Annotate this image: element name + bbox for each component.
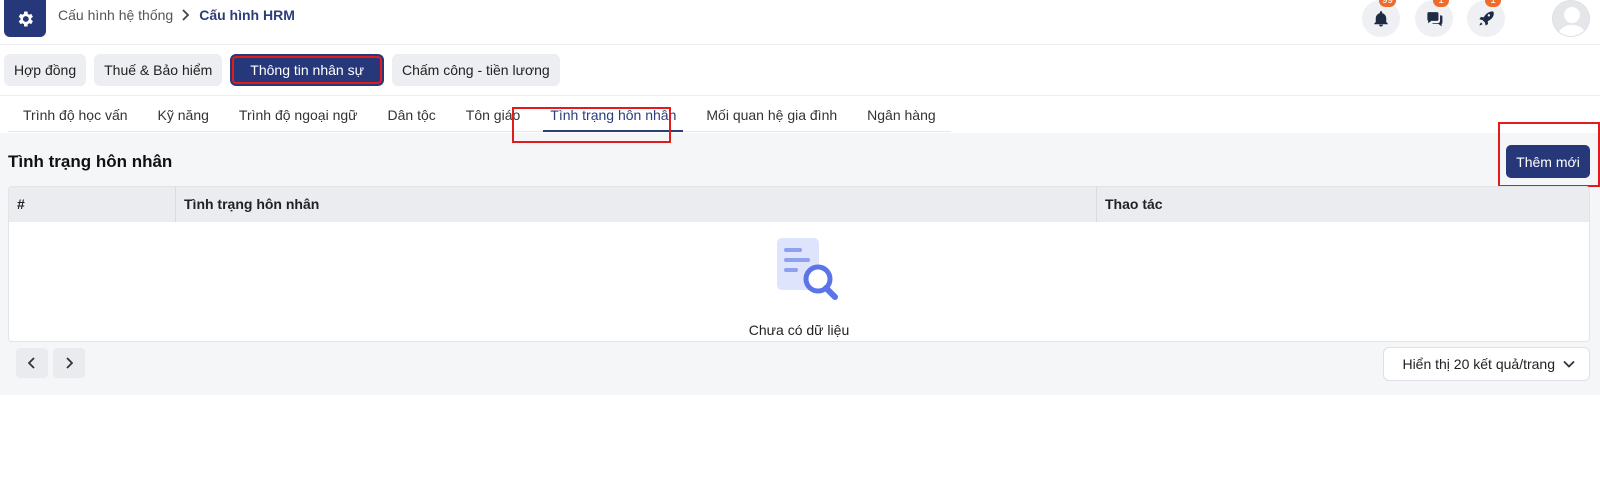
messages-button[interactable]: 1 [1415,0,1453,37]
tab-timekeeping-salary[interactable]: Chấm công - tiền lương [391,54,560,86]
chevron-down-icon [1563,360,1575,368]
notifications-badge: 99 [1378,0,1396,7]
chevron-right-icon [181,9,191,21]
empty-text: Chưa có dữ liệu [748,322,850,338]
notifications-button[interactable]: 99 [1362,0,1400,37]
empty-state: Chưa có dữ liệu [9,222,1589,341]
subtab-skills[interactable]: Kỹ năng [143,100,224,132]
table-header: # Tình trạng hôn nhân Thao tác [9,187,1589,222]
page-title: Tình trạng hôn nhân [8,152,173,171]
subtab-bank[interactable]: Ngân hàng [852,100,951,132]
next-page-button[interactable] [53,348,85,378]
chevron-left-icon [28,357,35,369]
tab-contract[interactable]: Hợp đồng [4,54,87,86]
divider [0,95,1600,96]
avatar[interactable] [1552,0,1590,37]
breadcrumb-item-system-config[interactable]: Cấu hình hệ thống [58,7,173,23]
top-tabs: Hợp đồng Thuế & Bảo hiểm Thông tin nhân … [4,54,560,86]
search-document-icon [777,238,838,300]
top-header: Cấu hình hệ thống Cấu hình HRM 99 1 1 [0,0,1600,45]
subtab-languages[interactable]: Trình độ ngoại ngữ [224,100,373,132]
page-size-label: Hiển thị 20 kết quả/trang [1402,356,1555,372]
settings-icon[interactable] [4,0,46,37]
breadcrumb-item-hrm-config: Cấu hình HRM [199,7,295,23]
add-new-button[interactable]: Thêm mới [1506,145,1590,178]
subtab-family-relations[interactable]: Mối quan hệ gia đình [691,100,852,132]
data-table: # Tình trạng hôn nhân Thao tác Chưa có d… [8,186,1590,342]
tab-tax-insurance[interactable]: Thuế & Bảo hiểm [94,54,223,86]
prev-page-button[interactable] [16,348,48,378]
page-size-select[interactable]: Hiển thị 20 kết quả/trang [1383,347,1590,381]
messages-badge: 1 [1433,0,1449,7]
rocket-icon [1478,11,1494,26]
sub-tabs: Trình độ học vấn Kỹ năng Trình độ ngoại … [8,100,951,132]
chevron-right-icon [66,357,73,369]
updates-button[interactable]: 1 [1467,0,1505,37]
tab-employee-info[interactable]: Thông tin nhân sự [230,54,384,86]
pagination: Hiển thị 20 kết quả/trang [8,343,1590,387]
column-header-index: # [9,187,176,222]
bell-icon [1374,10,1388,26]
breadcrumb: Cấu hình hệ thống Cấu hình HRM [58,7,295,23]
subtab-religion[interactable]: Tôn giáo [451,100,535,132]
column-header-marital-status: Tình trạng hôn nhân [176,187,1097,222]
subtab-education[interactable]: Trình độ học vấn [8,100,143,132]
updates-badge: 1 [1485,0,1501,7]
column-header-actions: Thao tác [1105,196,1163,212]
subtab-ethnicity[interactable]: Dân tộc [373,100,451,132]
chat-icon [1426,12,1442,27]
subtab-marital-status[interactable]: Tình trạng hôn nhân [535,100,691,132]
